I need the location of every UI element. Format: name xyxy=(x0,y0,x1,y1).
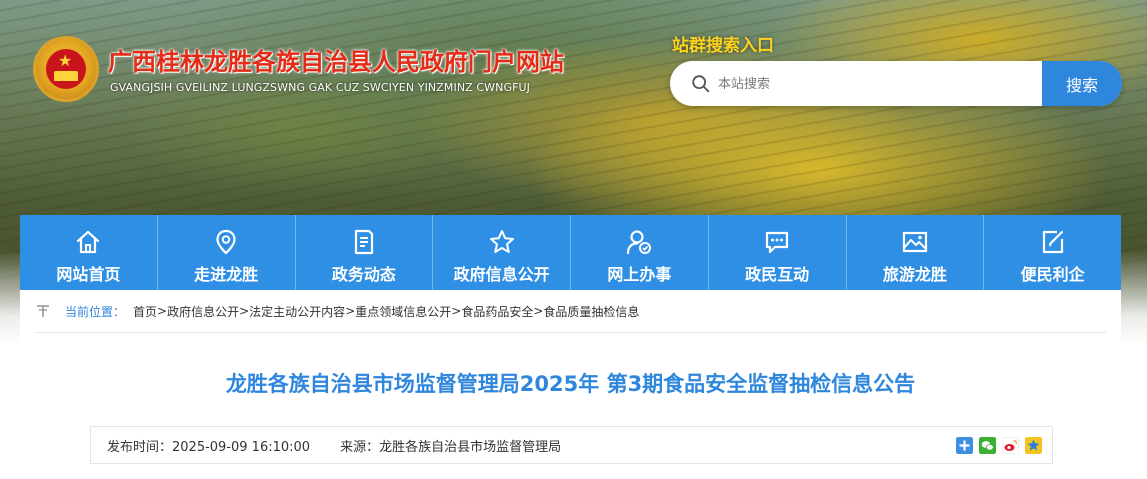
nav-item-convenience[interactable]: 便民利企 xyxy=(984,215,1121,290)
landscape-image-icon xyxy=(902,231,927,253)
nav-item-tourism[interactable]: 旅游龙胜 xyxy=(847,215,985,290)
search-button[interactable]: 搜索 xyxy=(1042,61,1122,106)
national-emblem-icon[interactable]: ★ xyxy=(33,36,99,102)
nav-label: 便民利企 xyxy=(1020,265,1085,284)
nav-label: 旅游龙胜 xyxy=(882,265,947,284)
nav-label: 网上办事 xyxy=(607,265,672,284)
breadcrumb-item[interactable]: 政府信息公开 xyxy=(167,303,239,320)
weibo-share-icon[interactable] xyxy=(1002,437,1019,454)
site-title[interactable]: 广西桂林龙胜各族自治县人民政府门户网站 xyxy=(108,42,564,76)
share-icons xyxy=(956,437,1042,454)
nav-item-home[interactable]: 网站首页 xyxy=(20,215,158,290)
breadcrumb-separator: > xyxy=(451,304,462,318)
breadcrumb-separator: > xyxy=(345,304,356,318)
nav-item-online-services[interactable]: 网上办事 xyxy=(571,215,709,290)
breadcrumb-separator: > xyxy=(533,304,544,318)
breadcrumb-item[interactable]: 首页 xyxy=(133,303,157,320)
breadcrumb: 当前位置： 首页 > 政府信息公开 > 法定主动公开内容 > 重点领域信息公开 … xyxy=(35,300,639,322)
qq-share-icon[interactable] xyxy=(1025,437,1042,454)
breadcrumb-item[interactable]: 重点领域信息公开 xyxy=(355,303,451,320)
search-box: 搜索 xyxy=(670,61,1122,106)
article-source: 来源：龙胜各族自治县市场监督管理局 xyxy=(340,439,562,455)
main-content: 当前位置： 首页 > 政府信息公开 > 法定主动公开内容 > 重点领域信息公开 … xyxy=(20,290,1121,479)
search-icon xyxy=(692,75,710,93)
publish-time: 发布时间：2025-09-09 16:10:00 xyxy=(107,439,311,455)
document-edit-icon xyxy=(354,229,373,255)
user-service-icon xyxy=(627,230,652,255)
wechat-share-icon[interactable] xyxy=(979,437,996,454)
breadcrumb-lead: 当前位置： xyxy=(65,304,126,319)
star-icon xyxy=(489,230,514,253)
location-pin-icon xyxy=(216,229,236,255)
nav-item-info-disclosure[interactable]: 政府信息公开 xyxy=(433,215,571,290)
article-title: 龙胜各族自治县市场监督管理局2025年 第3期食品安全监督抽检信息公告 xyxy=(225,372,916,396)
site-subtitle: GVANGJSIH GVEILINZ LUNGZSWNG GAK CUZ SWC… xyxy=(110,81,531,94)
nav-item-government-news[interactable]: 政务动态 xyxy=(296,215,434,290)
main-nav: 网站首页 走进龙胜 政务动态 政府信息公开 网上办事 政民互动 旅游龙胜 便民利… xyxy=(20,215,1121,290)
pushpin-icon xyxy=(37,305,49,317)
breadcrumb-divider xyxy=(35,332,1106,333)
breadcrumb-item[interactable]: 食品质量抽检信息 xyxy=(543,303,639,320)
nav-label: 政务动态 xyxy=(331,265,396,284)
qzone-share-icon[interactable] xyxy=(956,437,973,454)
chat-bubble-icon xyxy=(766,231,789,254)
nav-item-about-longsheng[interactable]: 走进龙胜 xyxy=(158,215,296,290)
nav-label: 走进龙胜 xyxy=(194,265,259,284)
search-input[interactable] xyxy=(718,70,1028,98)
nav-label: 政府信息公开 xyxy=(453,265,550,284)
breadcrumb-item[interactable]: 食品药品安全 xyxy=(461,303,533,320)
breadcrumb-item[interactable]: 法定主动公开内容 xyxy=(249,303,345,320)
article-meta-bar: 发布时间：2025-09-09 16:10:00 来源：龙胜各族自治县市场监督管… xyxy=(90,426,1053,464)
breadcrumb-separator: > xyxy=(157,304,168,318)
home-icon xyxy=(77,230,100,254)
nav-label: 网站首页 xyxy=(56,265,121,284)
breadcrumb-separator: > xyxy=(239,304,250,318)
search-section-title: 站群搜索入口 xyxy=(672,36,774,56)
nav-item-public-interaction[interactable]: 政民互动 xyxy=(709,215,847,290)
edit-check-icon xyxy=(1042,230,1063,254)
nav-label: 政民互动 xyxy=(745,265,810,284)
